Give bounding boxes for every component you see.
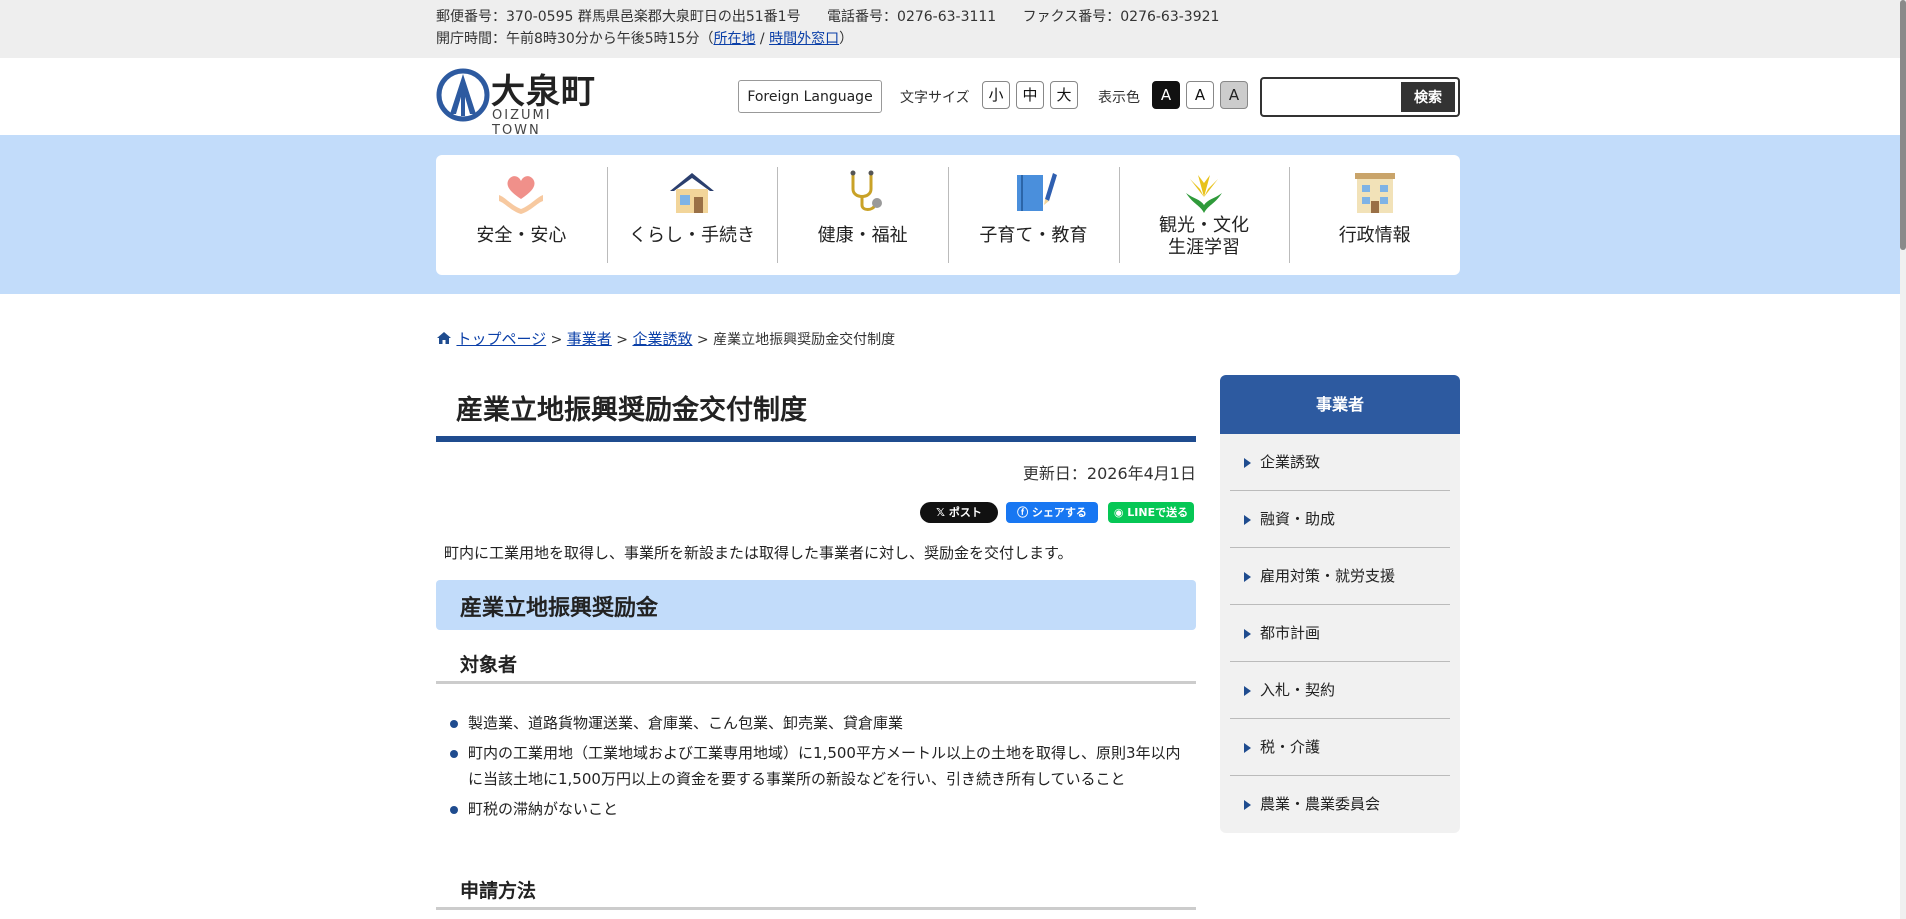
scrollbar-thumb[interactable]	[1900, 0, 1906, 250]
sidebar-menu: 企業誘致 融資・助成 雇用対策・就労支援 都市計画 入札・契約 税・介護 農業・…	[1220, 434, 1460, 833]
site-header: 大泉町 OIZUMI TOWN Foreign Language 文字サイズ 小…	[0, 58, 1906, 138]
line-share-button[interactable]: ◉ LINEで送る	[1108, 502, 1194, 523]
x-post-button[interactable]: 𝕏 ポスト	[920, 502, 998, 523]
facebook-share-label: シェアする	[1031, 506, 1087, 519]
line-share-label: LINEで送る	[1127, 506, 1189, 519]
sidebar-item-invitation[interactable]: 企業誘致	[1230, 434, 1450, 491]
breadcrumb-business-link[interactable]: 事業者	[567, 330, 612, 348]
color-gray-button[interactable]: A	[1220, 81, 1248, 109]
office-hours-line: 開庁時間：午前8時30分から午後5時15分（所在地 / 時間外窓口）	[436, 28, 1241, 50]
page-scrollbar[interactable]	[1900, 0, 1906, 919]
breadcrumb-invitation-link[interactable]: 企業誘致	[632, 330, 692, 348]
breadcrumb-separator: >	[692, 332, 714, 348]
global-nav: 安全・安心 くらし・手続き 健康・福祉 子育て・教育 観光・文化 生涯学習 行政…	[436, 155, 1460, 275]
phone-number: 電話番号：0276-63-3111	[827, 9, 997, 25]
display-color-label: 表示色	[1098, 90, 1140, 106]
color-white-button[interactable]: A	[1186, 81, 1214, 109]
page-title: 産業立地振興奨励金交付制度	[436, 374, 1196, 442]
list-item: 町税の滞納がないこと	[446, 796, 1190, 822]
stethoscope-icon	[850, 170, 882, 211]
nav-culture[interactable]: 観光・文化 生涯学習	[1118, 155, 1290, 275]
notebook-pencil-icon	[1017, 173, 1058, 211]
x-post-label: ポスト	[948, 506, 982, 519]
facebook-share-button[interactable]: ⓕ シェアする	[1006, 502, 1098, 523]
sidebar-item-bidding[interactable]: 入札・契約	[1230, 662, 1450, 719]
nav-culture-label: 観光・文化 生涯学習	[1119, 215, 1290, 259]
sidebar-heading[interactable]: 事業者	[1220, 375, 1460, 434]
updated-date: 更新日：2026年4月1日	[1022, 464, 1196, 483]
breadcrumb-home-link[interactable]: トップページ	[456, 330, 546, 348]
search-input[interactable]	[1268, 84, 1398, 110]
flower-icon	[1186, 175, 1223, 213]
after-hours-link[interactable]: 時間外窓口	[769, 31, 839, 47]
hours-close-paren: ）	[839, 31, 854, 47]
house-icon	[670, 173, 714, 213]
sidebar: 事業者 企業誘致 融資・助成 雇用対策・就労支援 都市計画 入札・契約 税・介護…	[1220, 375, 1460, 833]
font-size-label: 文字サイズ	[900, 90, 970, 106]
nav-living[interactable]: くらし・手続き	[606, 155, 778, 275]
nav-administration-label: 行政情報	[1338, 225, 1411, 246]
nav-living-label: くらし・手続き	[629, 225, 755, 246]
site-search: 検索	[1260, 77, 1460, 117]
logo-name: 大泉町	[491, 72, 596, 112]
contact-line: 郵便番号：370-0595 群馬県邑楽郡大泉町日の出51番1号 電話番号：027…	[436, 6, 1241, 28]
global-nav-band: 安全・安心 くらし・手続き 健康・福祉 子育て・教育 観光・文化 生涯学習 行政…	[0, 135, 1900, 294]
x-logo-icon: 𝕏	[936, 506, 949, 519]
sidebar-item-employment[interactable]: 雇用対策・就労支援	[1230, 548, 1450, 605]
font-size-small-button[interactable]: 小	[982, 81, 1010, 109]
search-button[interactable]: 検索	[1401, 82, 1455, 112]
nav-childcare[interactable]: 子育て・教育	[948, 155, 1119, 275]
nav-culture-label-line2: 生涯学習	[1168, 237, 1241, 258]
nav-health[interactable]: 健康・福祉	[777, 155, 948, 275]
eligibility-list: 製造業、道路貨物運送業、倉庫業、こん包業、卸売業、貸倉庫業 町内の工業用地（工業…	[446, 710, 1190, 826]
breadcrumb: トップページ > 事業者 > 企業誘致 > 産業立地振興奨励金交付制度	[436, 328, 895, 349]
sidebar-item-financing[interactable]: 融資・助成	[1230, 491, 1450, 548]
sidebar-item-tax-care[interactable]: 税・介護	[1230, 719, 1450, 776]
main-content: 産業立地振興奨励金交付制度 更新日：2026年4月1日 𝕏 ポスト ⓕ シェアす…	[436, 374, 1196, 910]
breadcrumb-current: 産業立地振興奨励金交付制度	[713, 332, 896, 348]
nav-childcare-label: 子育て・教育	[979, 225, 1088, 246]
building-icon	[1354, 173, 1395, 213]
office-hours: 開庁時間：午前8時30分から午後5時15分（	[436, 31, 714, 47]
heart-hands-icon	[499, 176, 544, 214]
sidebar-item-urban-planning[interactable]: 都市計画	[1230, 605, 1450, 662]
location-link[interactable]: 所在地	[713, 31, 755, 47]
list-item: 町内の工業用地（工業地域および工業専用地域）に1,500平方メートル以上の土地を…	[446, 740, 1190, 792]
facebook-icon: ⓕ	[1017, 506, 1032, 519]
postal-address: 郵便番号：370-0595 群馬県邑楽郡大泉町日の出51番1号	[436, 9, 801, 25]
link-separator: /	[755, 31, 770, 47]
section-heading: 産業立地振興奨励金	[436, 580, 1196, 630]
intro-text: 町内に工業用地を取得し、事業所を新設または取得した事業者に対し、奨励金を交付しま…	[444, 544, 1073, 562]
top-info-bar: 郵便番号：370-0595 群馬県邑楽郡大泉町日の出51番1号 電話番号：027…	[0, 0, 1906, 58]
foreign-language-button[interactable]: Foreign Language	[738, 80, 882, 113]
fax-number: ファクス番号：0276-63-3921	[1022, 9, 1220, 25]
nav-administration[interactable]: 行政情報	[1289, 155, 1460, 275]
breadcrumb-separator: >	[611, 332, 633, 348]
font-size-large-button[interactable]: 大	[1050, 81, 1078, 109]
town-emblem-icon	[436, 68, 490, 122]
site-logo[interactable]: 大泉町 OIZUMI TOWN	[436, 66, 606, 138]
nav-culture-label-line1: 観光・文化	[1159, 215, 1250, 236]
office-info: 郵便番号：370-0595 群馬県邑楽郡大泉町日の出51番1号 電話番号：027…	[436, 6, 1241, 50]
sidebar-item-agriculture[interactable]: 農業・農業委員会	[1230, 776, 1450, 833]
nav-safety[interactable]: 安全・安心	[436, 155, 607, 275]
breadcrumb-separator: >	[546, 332, 567, 348]
application-heading: 申請方法	[436, 870, 1196, 910]
home-icon	[437, 332, 451, 344]
nav-safety-label: 安全・安心	[476, 225, 567, 246]
logo-roman: OIZUMI TOWN	[492, 108, 552, 138]
font-size-medium-button[interactable]: 中	[1016, 81, 1044, 109]
list-item: 製造業、道路貨物運送業、倉庫業、こん包業、卸売業、貸倉庫業	[446, 710, 1190, 736]
color-black-button[interactable]: A	[1152, 81, 1180, 109]
line-icon: ◉	[1113, 506, 1128, 519]
eligibility-heading: 対象者	[436, 644, 1196, 684]
nav-health-label: 健康・福祉	[817, 225, 908, 246]
